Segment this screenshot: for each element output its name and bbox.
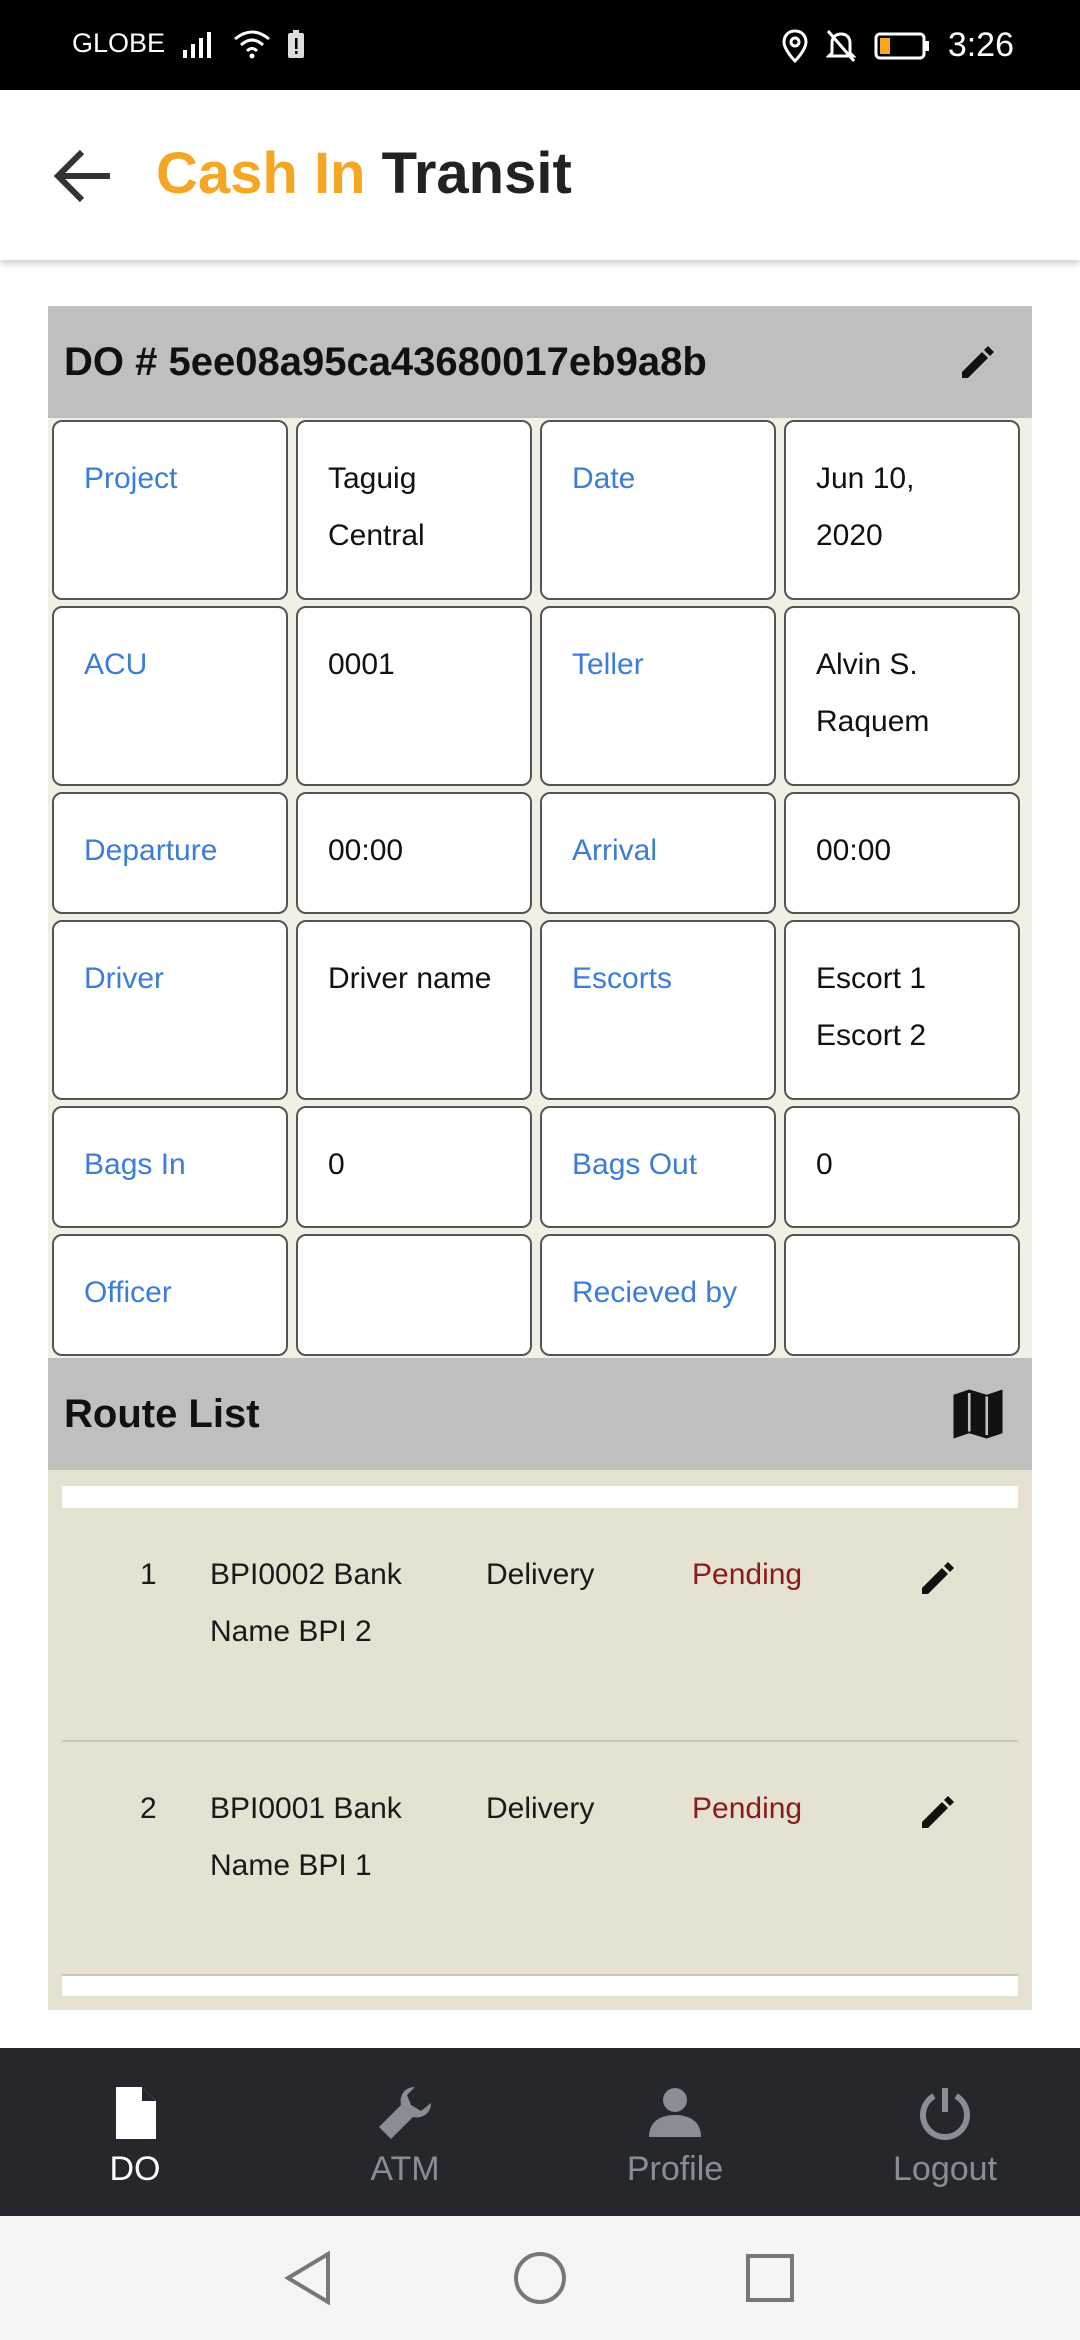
- nav-logout[interactable]: Logout: [810, 2048, 1080, 2216]
- route-list-item[interactable]: 1 BPI0002 Bank Name BPI 2 Delivery Pendi…: [62, 1508, 1018, 1742]
- power-icon: [920, 2088, 970, 2141]
- received-by-value: [784, 1234, 1020, 1356]
- officer-value: [296, 1234, 532, 1356]
- nav-do-label: DO: [109, 2150, 161, 2188]
- nav-atm-label: ATM: [370, 2150, 440, 2188]
- do-number: DO # 5ee08a95ca43680017eb9a8b: [64, 339, 707, 384]
- officer-label: Officer: [52, 1234, 288, 1356]
- battery-alert-icon: [288, 29, 305, 58]
- nav-atm[interactable]: ATM: [270, 2048, 540, 2216]
- bottom-nav: DO ATM Profile Logout: [0, 2048, 1080, 2216]
- signal-icon: [183, 31, 212, 58]
- wifi-icon: [234, 30, 270, 58]
- date-value: Jun 10, 2020: [784, 420, 1020, 600]
- back-arrow-icon[interactable]: [50, 146, 118, 206]
- arrival-label: Arrival: [540, 792, 776, 914]
- status-bar: GLOBE 3:26: [0, 0, 1080, 90]
- system-back-icon[interactable]: [278, 2248, 338, 2308]
- project-label: Project: [52, 420, 288, 600]
- route-map-button[interactable]: [950, 1386, 1006, 1442]
- map-icon: [953, 1389, 1003, 1439]
- system-nav-bar: [0, 2216, 1080, 2340]
- driver-label: Driver: [52, 920, 288, 1100]
- do-panel: DO # 5ee08a95ca43680017eb9a8b Project Ta…: [48, 306, 1032, 2010]
- carrier-label: GLOBE: [72, 28, 166, 58]
- system-recents-icon[interactable]: [740, 2248, 800, 2308]
- bags-in-label: Bags In: [52, 1106, 288, 1228]
- app-bar: Cash In Transit: [0, 90, 1080, 260]
- route-list-header: Route List: [48, 1358, 1032, 1470]
- driver-value: Driver name: [296, 920, 532, 1100]
- bags-out-label: Bags Out: [540, 1106, 776, 1228]
- page-title-main: Transit: [381, 141, 572, 206]
- route-status: Pending: [692, 1792, 803, 1825]
- route-list-title: Route List: [64, 1391, 260, 1436]
- departure-label: Departure: [52, 792, 288, 914]
- wrench-icon: [379, 2087, 431, 2139]
- battery-icon: [874, 32, 929, 59]
- route-number: 1: [140, 1558, 157, 1591]
- escorts-value: Escort 1 Escort 2: [784, 920, 1020, 1100]
- route-bank: BPI0002 Bank Name BPI 2: [210, 1558, 402, 1648]
- document-icon: [116, 2087, 156, 2139]
- route-bank: BPI0001 Bank Name BPI 1: [210, 1792, 402, 1882]
- page-title-accent: Cash In: [156, 141, 366, 206]
- received-by-label: Recieved by: [540, 1234, 776, 1356]
- do-header: DO # 5ee08a95ca43680017eb9a8b: [48, 306, 1032, 418]
- clock: 3:26: [947, 26, 1014, 64]
- pencil-icon: [962, 346, 994, 378]
- route-list-item[interactable]: 2 BPI0001 Bank Name BPI 1 Delivery Pendi…: [62, 1742, 1018, 1976]
- page-title: Cash In Transit: [156, 140, 572, 207]
- acu-label: ACU: [52, 606, 288, 786]
- teller-label: Teller: [540, 606, 776, 786]
- bags-out-value: 0: [784, 1106, 1020, 1228]
- departure-value: 00:00: [296, 792, 532, 914]
- arrival-value: 00:00: [784, 792, 1020, 914]
- route-list: 1 BPI0002 Bank Name BPI 2 Delivery Pendi…: [48, 1470, 1032, 2010]
- acu-value: 0001: [296, 606, 532, 786]
- system-home-icon[interactable]: [510, 2248, 570, 2308]
- edit-route-icon[interactable]: [918, 1558, 958, 1598]
- status-left: GLOBE: [72, 28, 305, 59]
- nav-profile-label: Profile: [626, 2150, 724, 2188]
- bags-in-value: 0: [296, 1106, 532, 1228]
- route-number: 2: [140, 1792, 157, 1825]
- edit-do-button[interactable]: [950, 334, 1006, 390]
- nav-logout-label: Logout: [893, 2150, 997, 2188]
- project-value: Taguig Central: [296, 420, 532, 600]
- route-status: Pending: [692, 1558, 803, 1591]
- route-list-top-divider: [62, 1486, 1018, 1508]
- route-type: Delivery: [486, 1792, 595, 1825]
- route-type: Delivery: [486, 1558, 595, 1591]
- person-icon: [649, 2088, 701, 2137]
- route-list-bottom-divider: [62, 1976, 1018, 1996]
- location-icon: [782, 28, 808, 63]
- nav-profile[interactable]: Profile: [540, 2048, 810, 2216]
- do-info-grid: Project Taguig Central Date Jun 10, 2020…: [48, 418, 1032, 1358]
- date-label: Date: [540, 420, 776, 600]
- teller-value: Alvin S. Raquem: [784, 606, 1020, 786]
- status-right: 3:26: [782, 26, 1014, 65]
- notifications-off-icon: [825, 29, 856, 62]
- escorts-label: Escorts: [540, 920, 776, 1100]
- nav-do[interactable]: DO: [0, 2048, 270, 2216]
- edit-route-icon[interactable]: [918, 1792, 958, 1832]
